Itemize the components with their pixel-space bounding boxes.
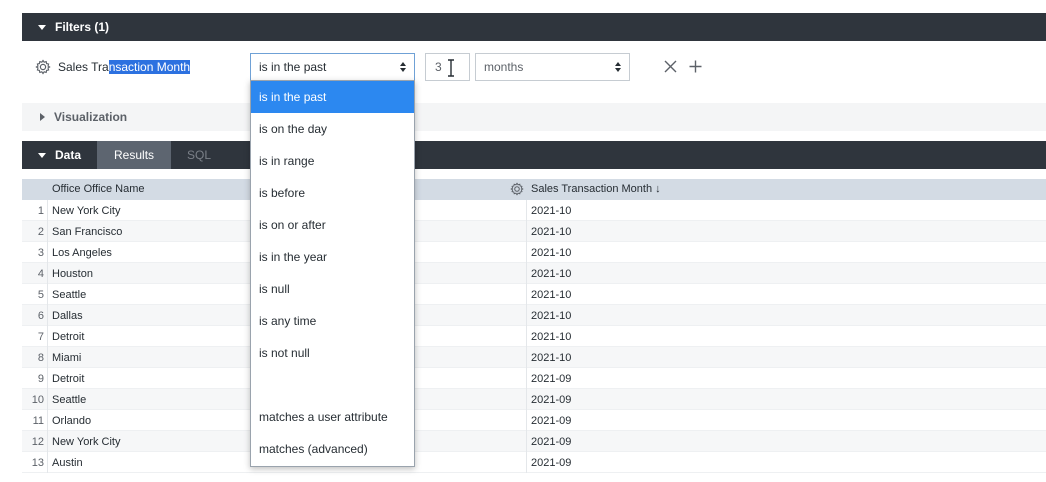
office-cell: Detroit <box>52 331 85 343</box>
table-header: Office Office Name Sales Transaction Mon… <box>22 179 1046 200</box>
tab-results[interactable]: Results <box>97 141 172 169</box>
column-header-office[interactable]: Office Office Name <box>52 183 145 195</box>
results-table: Office Office Name Sales Transaction Mon… <box>22 179 1046 473</box>
dropdown-option[interactable]: is in range <box>251 145 414 177</box>
dropdown-option[interactable]: is not null <box>251 337 414 369</box>
row-number: 6 <box>37 310 44 322</box>
data-header-label: Data <box>55 148 82 162</box>
office-cell: Orlando <box>52 415 92 427</box>
month-cell: 2021-10 <box>531 310 572 322</box>
month-cell: 2021-09 <box>531 436 572 448</box>
office-cell: Seattle <box>52 289 87 301</box>
operator-select[interactable]: is in the past <box>250 53 415 81</box>
table-row: 1 New York City 2021-10 <box>22 200 1046 221</box>
visualization-section-header[interactable]: Visualization <box>22 103 1046 131</box>
month-cell: 2021-09 <box>531 457 572 469</box>
operator-select-value: is in the past <box>259 60 327 74</box>
table-row: 12 New York City 2021-09 <box>22 431 1046 452</box>
dropdown-option[interactable]: is on or after <box>251 209 414 241</box>
row-number: 7 <box>37 331 44 343</box>
table-row: 11 Orlando 2021-09 <box>22 410 1046 431</box>
dropdown-option[interactable]: is null <box>251 273 414 305</box>
dropdown-option[interactable]: matches (advanced) <box>251 433 414 465</box>
month-cell: 2021-09 <box>531 394 572 406</box>
dropdown-option[interactable]: is on the day <box>251 113 414 145</box>
table-row: 7 Detroit 2021-10 <box>22 326 1046 347</box>
month-cell: 2021-10 <box>531 289 572 301</box>
caret-right-icon <box>40 113 45 121</box>
operator-dropdown-menu: is in the past is on the day is in range is… <box>250 80 415 467</box>
month-cell: 2021-10 <box>531 205 572 217</box>
select-arrows-icon <box>615 62 621 72</box>
row-number: 12 <box>31 436 44 448</box>
row-number: 3 <box>37 247 44 259</box>
dropdown-option <box>251 369 414 401</box>
table-row: 6 Dallas 2021-10 <box>22 305 1046 326</box>
table-row: 10 Seattle 2021-09 <box>22 389 1046 410</box>
row-number: 4 <box>37 268 44 280</box>
office-cell: San Francisco <box>52 226 123 238</box>
unit-select-value: months <box>484 60 524 74</box>
unit-select[interactable]: months <box>475 53 630 81</box>
dropdown-option[interactable]: is any time <box>251 305 414 337</box>
row-number: 10 <box>31 394 44 406</box>
visualization-header-label: Visualization <box>54 110 128 124</box>
remove-filter-icon[interactable] <box>663 59 678 74</box>
office-cell: Detroit <box>52 373 85 385</box>
dropdown-option[interactable]: is before <box>251 177 414 209</box>
table-row: 5 Seattle 2021-10 <box>22 284 1046 305</box>
row-number: 5 <box>37 289 44 301</box>
office-cell: Austin <box>52 457 83 469</box>
filter-field-label-selected: nsaction Month <box>108 60 191 74</box>
select-arrows-icon <box>400 62 406 72</box>
tab-sql[interactable]: SQL <box>171 141 227 169</box>
month-cell: 2021-10 <box>531 268 572 280</box>
table-row: 8 Miami 2021-10 <box>22 347 1046 368</box>
office-cell: New York City <box>52 436 121 448</box>
office-cell: Houston <box>52 268 93 280</box>
office-cell: Dallas <box>52 310 83 322</box>
caret-down-icon <box>38 24 46 30</box>
dropdown-option[interactable]: is in the past <box>251 81 414 113</box>
filters-section-header[interactable]: Filters (1) <box>22 13 1046 41</box>
add-filter-icon[interactable] <box>688 59 703 74</box>
table-row: 9 Detroit 2021-09 <box>22 368 1046 389</box>
table-row: 4 Houston 2021-10 <box>22 263 1046 284</box>
dropdown-option[interactable]: matches a user attribute <box>251 401 414 433</box>
month-cell: 2021-10 <box>531 226 572 238</box>
table-row: 13 Austin 2021-09 <box>22 452 1046 473</box>
column-header-month[interactable]: Sales Transaction Month ↓ <box>531 183 661 195</box>
text-cursor-icon <box>448 59 454 77</box>
row-number: 11 <box>32 415 44 427</box>
office-cell: New York City <box>52 205 121 217</box>
month-cell: 2021-10 <box>531 331 572 343</box>
month-cell: 2021-10 <box>531 352 572 364</box>
filters-header-label: Filters (1) <box>55 20 110 34</box>
row-number: 13 <box>31 457 44 469</box>
gear-icon[interactable] <box>510 182 524 196</box>
office-cell: Seattle <box>52 394 87 406</box>
office-cell: Los Angeles <box>52 247 112 259</box>
filter-field-label: Sales Transaction Month <box>58 60 191 74</box>
month-cell: 2021-09 <box>531 415 572 427</box>
table-body: 1 New York City 2021-10 2 San Francisco 2021-… <box>22 200 1046 473</box>
dropdown-option[interactable]: is in the year <box>251 241 414 273</box>
gear-icon[interactable] <box>35 59 51 75</box>
data-section-header[interactable]: Data Results SQL <box>22 141 1046 169</box>
month-cell: 2021-10 <box>531 247 572 259</box>
table-row: 2 San Francisco 2021-10 <box>22 221 1046 242</box>
table-row: 3 Los Angeles 2021-10 <box>22 242 1046 263</box>
filter-field-label-plain: Sales Tra <box>58 60 109 74</box>
office-cell: Miami <box>52 352 82 364</box>
caret-down-icon <box>38 152 46 158</box>
row-number: 1 <box>37 205 44 217</box>
row-number: 8 <box>37 352 44 364</box>
row-number: 2 <box>37 226 44 238</box>
month-cell: 2021-09 <box>531 373 572 385</box>
number-input-value: 3 <box>435 60 442 74</box>
row-number: 9 <box>37 373 44 385</box>
